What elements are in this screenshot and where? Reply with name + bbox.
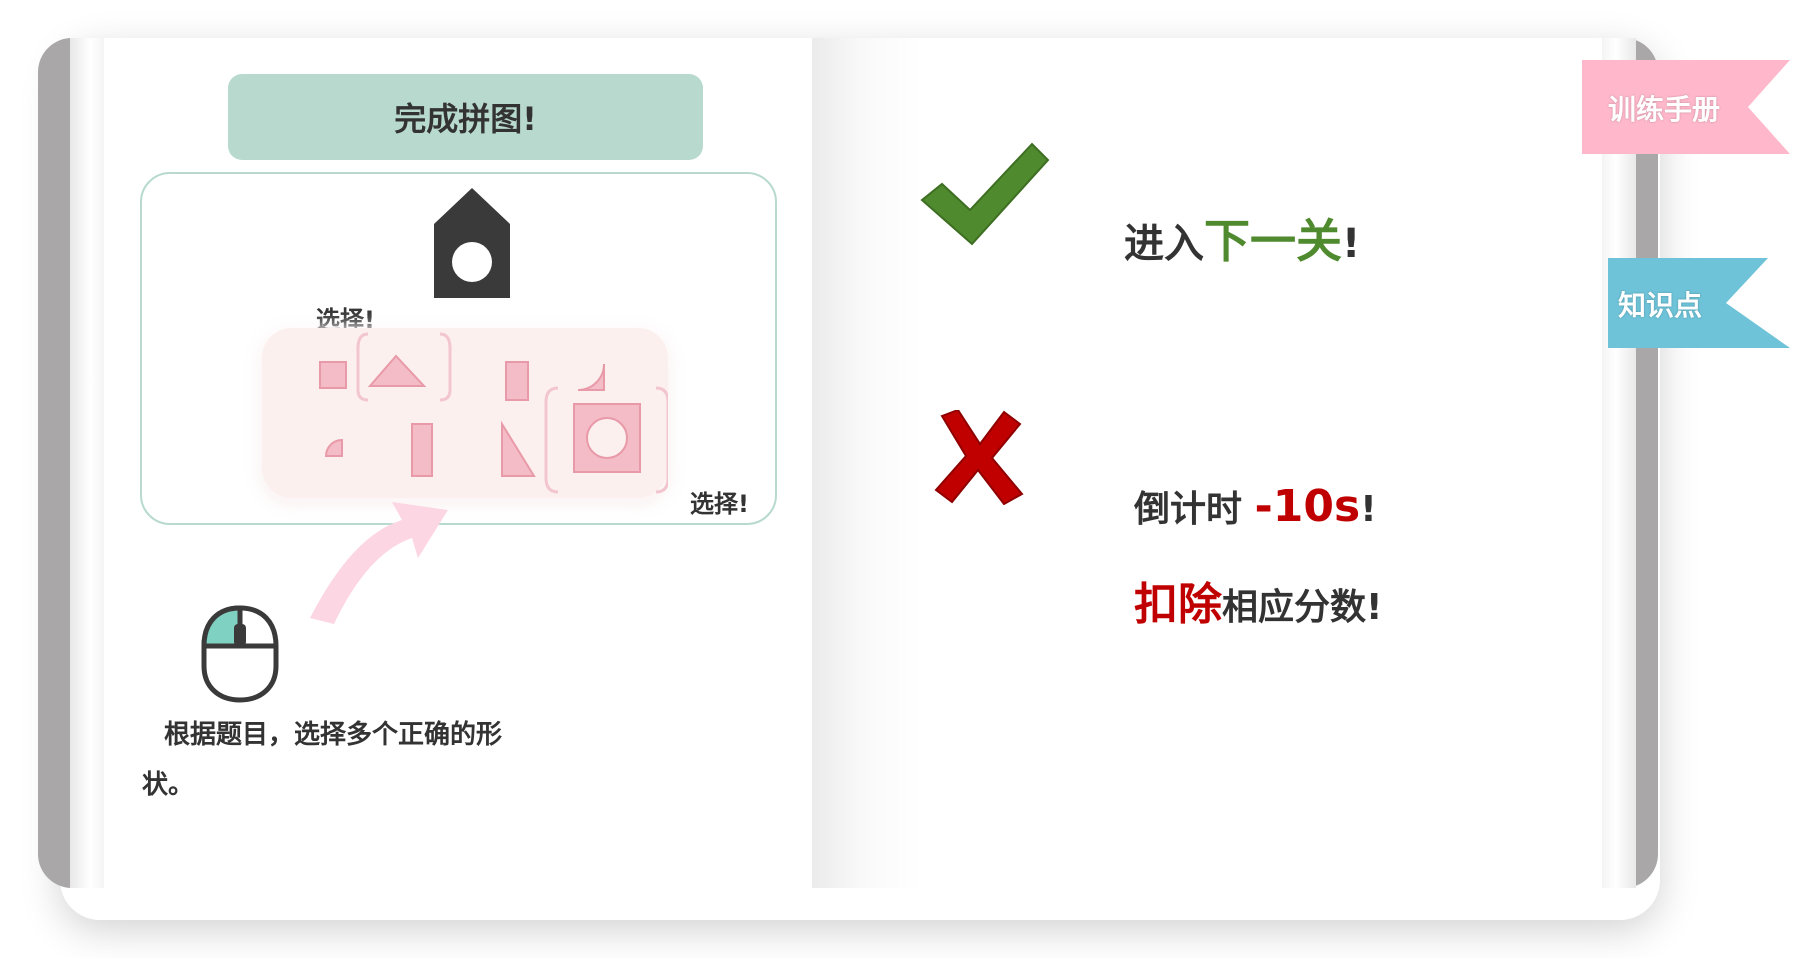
selection-bracket — [439, 332, 452, 402]
selection-bracket — [655, 386, 668, 494]
quarter-circle-shape — [577, 363, 605, 391]
rectangle-shape — [411, 423, 433, 477]
arrow-icon — [310, 502, 448, 624]
tab-manual-label: 训练手册 — [1608, 93, 1721, 126]
wrong-penalty-time-text: 倒计时 -10s! — [1134, 480, 1377, 532]
correct-suffix: ! — [1342, 221, 1361, 267]
right-triangle-shape — [501, 420, 536, 477]
deduct-highlight: 扣除 — [1134, 579, 1222, 630]
cross-icon — [934, 410, 1024, 505]
correct-prefix: 进入 — [1124, 221, 1204, 267]
mouse-icon — [201, 605, 279, 703]
tab-knowledge-points[interactable]: 知识点 — [1608, 258, 1790, 348]
instruction-text: 根据题目，选择多个正确的形状。 — [142, 720, 503, 800]
circle-hole-shape — [586, 417, 628, 459]
selection-bracket — [356, 332, 369, 402]
choose-label: 选择! — [690, 490, 749, 518]
tall-rectangle-shape — [505, 361, 529, 401]
puzzle-title: 完成拼图! — [228, 74, 703, 160]
tab-knowledge-label: 知识点 — [1618, 289, 1703, 322]
right-page-edge — [1602, 38, 1636, 888]
selection-bracket — [544, 386, 559, 494]
minus-10s-highlight: -10s — [1254, 481, 1361, 532]
small-square-shape — [319, 361, 347, 389]
house-icon — [434, 188, 510, 298]
shape-tray — [262, 328, 668, 498]
triangle-shape — [367, 354, 427, 387]
deduct-suffix: 相应分数! — [1222, 587, 1383, 628]
small-quarter-circle-shape — [324, 438, 343, 457]
wrong-penalty-score-text: 扣除相应分数! — [1134, 568, 1382, 632]
correct-result-text: 进入下一关! — [1124, 205, 1360, 271]
check-icon — [920, 142, 1050, 246]
tab-training-manual[interactable]: 训练手册 — [1582, 60, 1790, 154]
countdown-prefix: 倒计时 — [1134, 489, 1255, 530]
next-level-highlight: 下一关 — [1204, 214, 1342, 268]
handbook-screen: 完成拼图! 选择! 选择! 根据题目，选择多个正确的形状。 进入下一关! 倒计时… — [0, 0, 1793, 958]
countdown-suffix: ! — [1360, 489, 1377, 530]
left-page-edge — [70, 38, 104, 888]
